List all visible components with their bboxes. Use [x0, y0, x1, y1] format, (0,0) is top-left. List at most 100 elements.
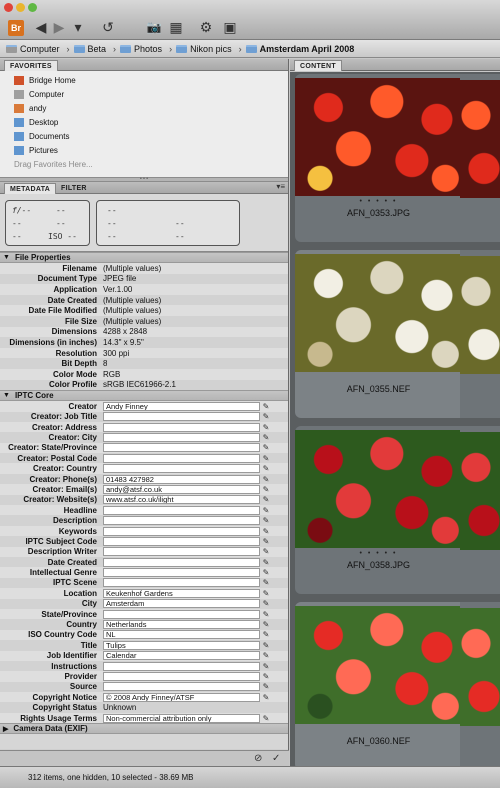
iptc-field[interactable]: [103, 568, 260, 578]
edit-pencil-icon[interactable]: ✎: [260, 433, 272, 442]
iptc-field[interactable]: [103, 609, 260, 619]
camera-data-header[interactable]: ▶ Camera Data (EXIF): [0, 723, 288, 735]
thumbnail-image[interactable]: [295, 606, 462, 724]
bridge-logo-icon[interactable]: Br: [8, 20, 24, 36]
edit-pencil-icon[interactable]: ✎: [260, 651, 272, 660]
edit-pencil-icon[interactable]: ✎: [260, 412, 272, 421]
metadata-list[interactable]: ▼ File Properties Filename (Multiple valu…: [0, 252, 288, 749]
iptc-field[interactable]: [103, 671, 260, 681]
iptc-field[interactable]: Netherlands: [103, 620, 260, 630]
iptc-field[interactable]: 01483 427982: [103, 474, 260, 484]
sync-icon[interactable]: ⚙: [198, 18, 214, 36]
file-properties-header[interactable]: ▼ File Properties: [0, 252, 288, 263]
iptc-field[interactable]: [103, 547, 260, 557]
breadcrumb-item[interactable]: Nikon pics: [176, 44, 232, 54]
minimize-window-button[interactable]: [16, 3, 25, 12]
tab-metadata[interactable]: METADATA: [4, 183, 57, 194]
edit-pencil-icon[interactable]: ✎: [260, 558, 272, 567]
disclosure-triangle-icon[interactable]: ▶: [3, 725, 8, 733]
edit-pencil-icon[interactable]: ✎: [260, 641, 272, 650]
tab-filter[interactable]: FILTER: [56, 183, 92, 194]
edit-pencil-icon[interactable]: ✎: [260, 464, 272, 473]
iptc-field[interactable]: Tulips: [103, 640, 260, 650]
thumbnail-cell[interactable]: [460, 74, 500, 242]
edit-pencil-icon[interactable]: ✎: [260, 630, 272, 639]
iptc-field[interactable]: Non-commercial attribution only: [103, 713, 260, 723]
thumbnail-image[interactable]: [295, 78, 462, 196]
edit-pencil-icon[interactable]: ✎: [260, 537, 272, 546]
rating-dots[interactable]: • • • • •: [295, 198, 462, 205]
back-icon[interactable]: ◀: [34, 18, 48, 36]
refine-icon[interactable]: ▦: [168, 18, 184, 36]
tab-favorites[interactable]: FAVORITES: [4, 60, 58, 71]
edit-pencil-icon[interactable]: ✎: [260, 443, 272, 452]
disclosure-triangle-icon[interactable]: ▼: [3, 254, 10, 261]
edit-pencil-icon[interactable]: ✎: [260, 402, 272, 411]
thumbnail-image[interactable]: [460, 80, 500, 198]
iptc-field[interactable]: © 2008 Andy Finney/ATSF: [103, 692, 260, 702]
breadcrumb-item[interactable]: Beta: [73, 44, 106, 54]
iptc-field[interactable]: [103, 526, 260, 536]
iptc-core-header[interactable]: ▼ IPTC Core: [0, 390, 288, 402]
thumbnail-cell[interactable]: AFN_0355.NEF: [295, 250, 470, 418]
iptc-field[interactable]: [103, 661, 260, 671]
edit-pencil-icon[interactable]: ✎: [260, 485, 272, 494]
iptc-field[interactable]: [103, 412, 260, 422]
cancel-icon[interactable]: ⊘: [254, 753, 262, 764]
content-grid[interactable]: • • • • • AFN_0353.JPG AFN_0355.NEF • • • •…: [290, 72, 500, 766]
iptc-field[interactable]: [103, 578, 260, 588]
forward-icon[interactable]: ▶: [52, 18, 66, 36]
iptc-field[interactable]: [103, 453, 260, 463]
edit-pencil-icon[interactable]: ✎: [260, 506, 272, 515]
thumbnail-cell[interactable]: • • • • • AFN_0353.JPG: [295, 74, 470, 242]
favorite-item[interactable]: andy: [0, 101, 288, 115]
edit-pencil-icon[interactable]: ✎: [260, 495, 272, 504]
edit-pencil-icon[interactable]: ✎: [260, 714, 272, 723]
iptc-field[interactable]: www.atsf.co.uk/ilight: [103, 495, 260, 505]
thumbnail-image[interactable]: [460, 256, 500, 374]
thumbnail-image[interactable]: [460, 608, 500, 726]
thumbnail-cell[interactable]: • • • • • AFN_0358.JPG: [295, 426, 470, 594]
edit-pencil-icon[interactable]: ✎: [260, 693, 272, 702]
panel-menu-icon[interactable]: ▾≡: [276, 182, 285, 191]
breadcrumb-item[interactable]: Computer: [6, 44, 60, 54]
zoom-window-button[interactable]: [28, 3, 37, 12]
get-photos-camera-icon[interactable]: 📷: [146, 18, 162, 36]
iptc-field[interactable]: [103, 432, 260, 442]
edit-pencil-icon[interactable]: ✎: [260, 547, 272, 556]
open-in-camera-raw-icon[interactable]: ▣: [222, 18, 238, 36]
thumbnail-image[interactable]: [460, 432, 500, 550]
iptc-field[interactable]: andy@atsf.co.uk: [103, 484, 260, 494]
thumbnail-cell[interactable]: [460, 250, 500, 418]
iptc-field[interactable]: NL: [103, 630, 260, 640]
rotate-icon[interactable]: ↺: [100, 18, 116, 36]
edit-pencil-icon[interactable]: ✎: [260, 516, 272, 525]
edit-pencil-icon[interactable]: ✎: [260, 682, 272, 691]
edit-pencil-icon[interactable]: ✎: [260, 475, 272, 484]
edit-pencil-icon[interactable]: ✎: [260, 620, 272, 629]
breadcrumb-item[interactable]: Amsterdam April 2008: [245, 44, 354, 54]
edit-pencil-icon[interactable]: ✎: [260, 454, 272, 463]
edit-pencil-icon[interactable]: ✎: [260, 672, 272, 681]
iptc-field[interactable]: [103, 557, 260, 567]
tab-content[interactable]: CONTENT: [294, 60, 342, 71]
thumbnail-cell[interactable]: [460, 602, 500, 766]
favorite-item[interactable]: Pictures: [0, 143, 288, 157]
iptc-field[interactable]: [103, 682, 260, 692]
favorite-item[interactable]: Desktop: [0, 115, 288, 129]
iptc-field[interactable]: [103, 505, 260, 515]
iptc-field[interactable]: Calendar: [103, 651, 260, 661]
iptc-field[interactable]: Keukenhof Gardens: [103, 588, 260, 598]
favorite-item[interactable]: Documents: [0, 129, 288, 143]
iptc-field[interactable]: [103, 516, 260, 526]
favorite-item[interactable]: Bridge Home: [0, 73, 288, 87]
edit-pencil-icon[interactable]: ✎: [260, 527, 272, 536]
edit-pencil-icon[interactable]: ✎: [260, 578, 272, 587]
iptc-field[interactable]: Amsterdam: [103, 599, 260, 609]
thumbnail-image[interactable]: [295, 254, 462, 372]
edit-pencil-icon[interactable]: ✎: [260, 589, 272, 598]
edit-pencil-icon[interactable]: ✎: [260, 662, 272, 671]
thumbnail-cell[interactable]: [460, 426, 500, 594]
apply-icon[interactable]: ✓: [272, 753, 280, 764]
edit-pencil-icon[interactable]: ✎: [260, 423, 272, 432]
